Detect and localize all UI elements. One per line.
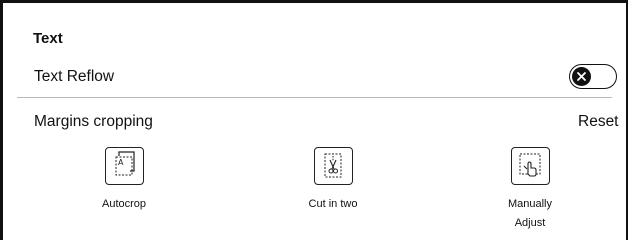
text-reflow-toggle[interactable] — [569, 64, 617, 89]
manually-adjust-label: Manually Adjust — [465, 195, 595, 233]
section-title: Text — [33, 30, 63, 47]
toggle-knob — [572, 66, 591, 86]
manual-adjust-icon — [510, 147, 550, 185]
autocrop-label: Autocrop — [101, 198, 147, 210]
divider — [17, 97, 612, 98]
autocrop-button[interactable]: A Autocrop — [59, 147, 189, 214]
scissors-icon — [313, 147, 353, 185]
manually-adjust-label-line2: Adjust — [514, 217, 546, 229]
autocrop-icon: A — [104, 147, 144, 185]
cut-in-two-label: Cut in two — [308, 198, 358, 210]
manually-adjust-label-line1: Manually — [507, 198, 553, 210]
settings-panel: Text Text Reflow Margins cropping Reset … — [0, 0, 628, 240]
close-icon — [577, 71, 586, 81]
svg-text:A: A — [118, 158, 124, 167]
text-reflow-label: Text Reflow — [34, 68, 115, 85]
margins-cropping-label: Margins cropping — [34, 113, 153, 130]
cut-in-two-button[interactable]: Cut in two — [268, 147, 398, 214]
reset-button[interactable]: Reset — [578, 113, 619, 131]
manually-adjust-button[interactable]: Manually Adjust — [465, 147, 595, 233]
